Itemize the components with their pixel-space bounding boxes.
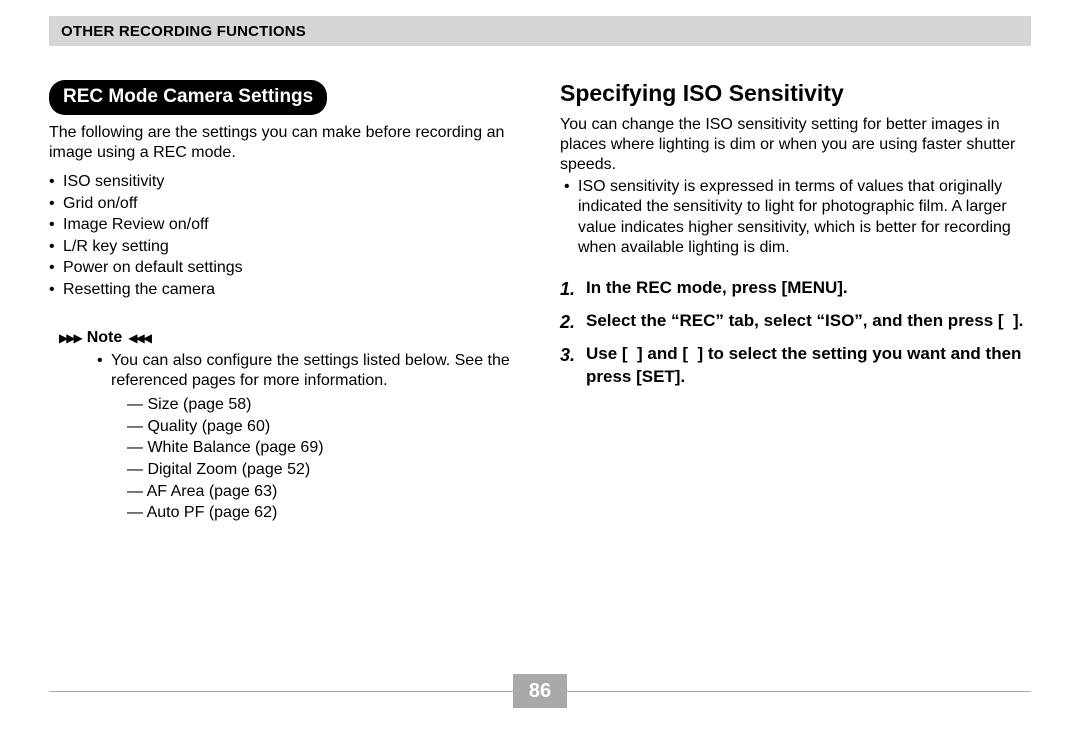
section-header-text: Other Recording Functions bbox=[61, 23, 306, 40]
list-item: Image Review on/off bbox=[49, 214, 520, 236]
right-intro-text: You can change the ISO sensitivity setti… bbox=[560, 115, 1031, 175]
triangle-left-icon: ◀◀◀ bbox=[128, 331, 150, 345]
settings-bullet-list: ISO sensitivity Grid on/off Image Review… bbox=[49, 171, 520, 301]
content-columns: REC Mode Camera Settings The following a… bbox=[49, 80, 1031, 660]
list-item: — Size (page 58) bbox=[127, 394, 520, 416]
instruction-steps: In the REC mode, press [MENU]. Select th… bbox=[560, 277, 1031, 389]
section-header-bar: Other Recording Functions bbox=[49, 16, 1031, 46]
left-column: REC Mode Camera Settings The following a… bbox=[49, 80, 520, 660]
list-item: — Quality (page 60) bbox=[127, 416, 520, 438]
iso-bullet-wrap: ISO sensitivity is expressed in terms of… bbox=[560, 177, 1031, 259]
triangle-right-icon: ▶▶▶ bbox=[59, 331, 81, 345]
note-text: You can also configure the settings list… bbox=[97, 351, 520, 393]
list-item: — AF Area (page 63) bbox=[127, 481, 520, 503]
step-item: In the REC mode, press [MENU]. bbox=[560, 277, 1031, 300]
list-item: Resetting the camera bbox=[49, 279, 520, 301]
list-item: — White Balance (page 69) bbox=[127, 437, 520, 459]
page-number: 86 bbox=[513, 674, 567, 708]
right-column: Specifying ISO Sensitivity You can chang… bbox=[560, 80, 1031, 660]
list-item: — Auto PF (page 62) bbox=[127, 502, 520, 524]
iso-explanation-bullet: ISO sensitivity is expressed in terms of… bbox=[560, 177, 1031, 259]
list-item: L/R key setting bbox=[49, 236, 520, 258]
left-intro-text: The following are the settings you can m… bbox=[49, 123, 520, 163]
manual-page: Other Recording Functions REC Mode Camer… bbox=[0, 0, 1080, 730]
right-heading: Specifying ISO Sensitivity bbox=[560, 80, 1031, 107]
list-item: — Digital Zoom (page 52) bbox=[127, 459, 520, 481]
list-item: ISO sensitivity bbox=[49, 171, 520, 193]
note-body: You can also configure the settings list… bbox=[49, 351, 520, 524]
note-references: — Size (page 58) — Quality (page 60) — W… bbox=[97, 394, 520, 524]
section-pill: REC Mode Camera Settings bbox=[49, 80, 327, 115]
list-item: Grid on/off bbox=[49, 193, 520, 215]
step-item: Select the “REC” tab, select “ISO”, and … bbox=[560, 310, 1031, 333]
step-item: Use [ ] and [ ] to select the setting yo… bbox=[560, 343, 1031, 389]
note-label: Note bbox=[87, 329, 123, 347]
page-footer: 86 bbox=[49, 674, 1031, 708]
note-heading-row: ▶▶▶ Note ◀◀◀ bbox=[49, 329, 520, 347]
list-item: Power on default settings bbox=[49, 257, 520, 279]
